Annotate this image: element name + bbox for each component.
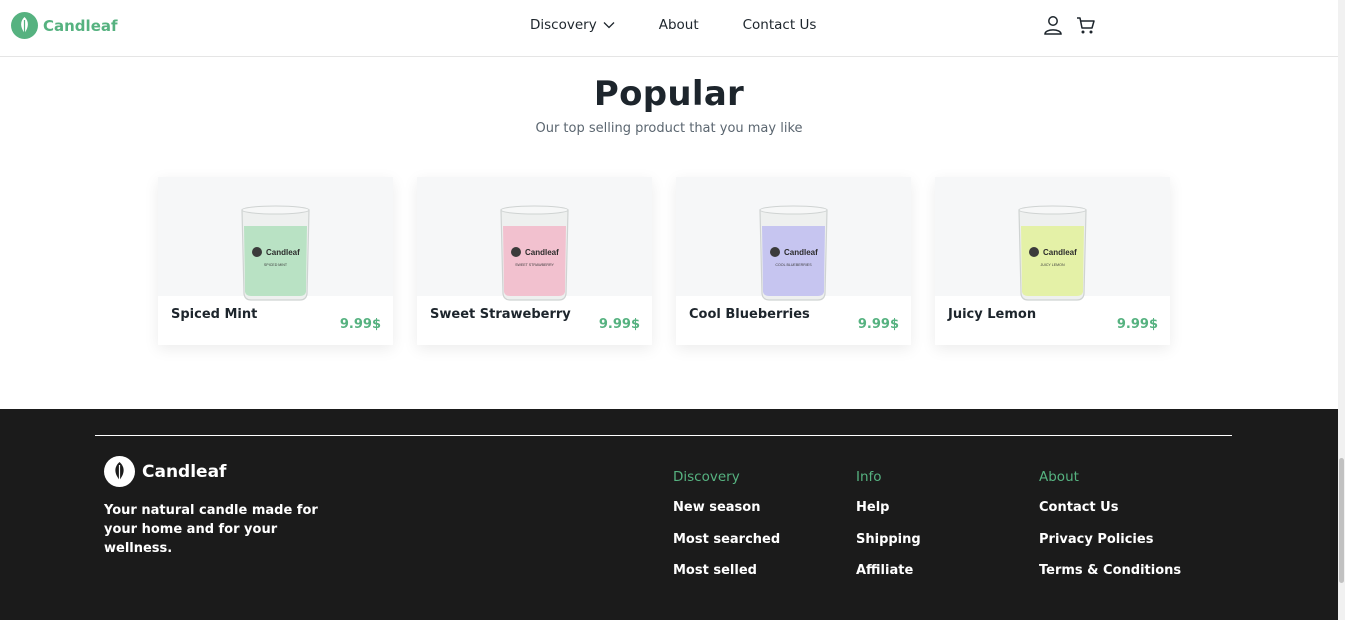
candle-image: Candleaf SWEET STRAWBERRY — [499, 204, 570, 302]
svg-text:COOL BLUEBERRIES: COOL BLUEBERRIES — [775, 263, 812, 267]
brand-name: Candleaf — [43, 16, 118, 35]
footer-col-discovery: Discovery New season Most searched Most … — [673, 469, 780, 595]
scrollbar-thumb[interactable] — [1339, 458, 1344, 583]
footer-link[interactable]: Help — [856, 500, 921, 532]
footer-brand-logo[interactable]: Candleaf — [104, 456, 226, 487]
footer-link[interactable]: Privacy Policies — [1039, 532, 1181, 564]
footer-col-title: Discovery — [673, 469, 740, 485]
footer-link[interactable]: New season — [673, 500, 780, 532]
footer-link[interactable]: Shipping — [856, 532, 921, 564]
candle-image: Candleaf COOL BLUEBERRIES — [758, 204, 829, 302]
footer-link[interactable]: Contact Us — [1039, 500, 1181, 532]
leaf-logo-icon — [104, 456, 135, 487]
nav-about-label: About — [658, 17, 699, 33]
product-card[interactable]: Candleaf SWEET STRAWBERRY Sweet Straweberr… — [417, 177, 652, 345]
footer-col-info: Info Help Shipping Affiliate — [856, 469, 921, 595]
svg-text:SWEET STRAWBERRY: SWEET STRAWBERRY — [515, 263, 554, 267]
product-name: Spiced Mint — [171, 307, 258, 322]
svg-text:Candleaf: Candleaf — [266, 248, 300, 257]
product-price: 9.99$ — [598, 317, 640, 332]
product-name: Sweet Straweberry — [430, 307, 571, 322]
footer-divider — [95, 435, 1232, 436]
user-icon[interactable] — [1043, 15, 1063, 39]
svg-text:Candleaf: Candleaf — [784, 248, 818, 257]
product-card[interactable]: Candleaf JUICY LEMON Juicy Lemon 9.99$ — [935, 177, 1170, 345]
nav-discovery-label: Discovery — [530, 17, 597, 33]
product-card[interactable]: Candleaf COOL BLUEBERRIES Cool Blueberries… — [676, 177, 911, 345]
nav-contact[interactable]: Contact Us — [743, 17, 817, 33]
candle-image: Candleaf SPICED MINT — [240, 204, 311, 302]
chevron-down-icon — [603, 17, 615, 33]
product-name: Juicy Lemon — [948, 307, 1037, 322]
product-price: 9.99$ — [1116, 317, 1158, 332]
leaf-logo-icon — [11, 12, 38, 39]
site-header: Candleaf Discovery About Contact Us — [0, 0, 1338, 57]
svg-text:Candleaf: Candleaf — [525, 248, 559, 257]
footer-link[interactable]: Most selled — [673, 563, 780, 595]
svg-text:JUICY LEMON: JUICY LEMON — [1040, 263, 1065, 267]
footer-link[interactable]: Affiliate — [856, 563, 921, 595]
product-name: Cool Blueberries — [689, 307, 810, 322]
site-footer: Candleaf Your natural candle made for yo… — [0, 409, 1338, 620]
footer-col-title: About — [1039, 469, 1079, 485]
nav-about[interactable]: About — [659, 17, 699, 33]
section-subtitle: Our top selling product that you may lik… — [535, 121, 803, 136]
brand-logo[interactable]: Candleaf — [11, 12, 118, 39]
footer-col-about: About Contact Us Privacy Policies Terms … — [1039, 469, 1181, 595]
svg-text:SPICED MINT: SPICED MINT — [264, 263, 288, 267]
candle-image: Candleaf JUICY LEMON — [1017, 204, 1088, 302]
cart-icon[interactable] — [1076, 15, 1096, 39]
product-price: 9.99$ — [857, 317, 899, 332]
footer-col-title: Info — [856, 469, 882, 485]
page-scrollbar[interactable] — [1338, 0, 1345, 620]
footer-link[interactable]: Terms & Conditions — [1039, 563, 1181, 595]
nav-discovery[interactable]: Discovery — [530, 17, 615, 33]
footer-link[interactable]: Most searched — [673, 532, 780, 564]
footer-tagline: Your natural candle made for your home a… — [104, 503, 318, 556]
nav-contact-label: Contact Us — [742, 17, 817, 33]
header-actions — [1043, 15, 1096, 39]
section-title: Popular — [593, 74, 745, 114]
main-nav: Discovery About Contact Us — [530, 17, 816, 33]
product-price: 9.99$ — [339, 317, 381, 332]
product-card[interactable]: Candleaf SPICED MINT Spiced Mint 9.99$ — [158, 177, 393, 345]
svg-text:Candleaf: Candleaf — [1043, 248, 1077, 257]
footer-brand-name: Candleaf — [142, 461, 227, 482]
